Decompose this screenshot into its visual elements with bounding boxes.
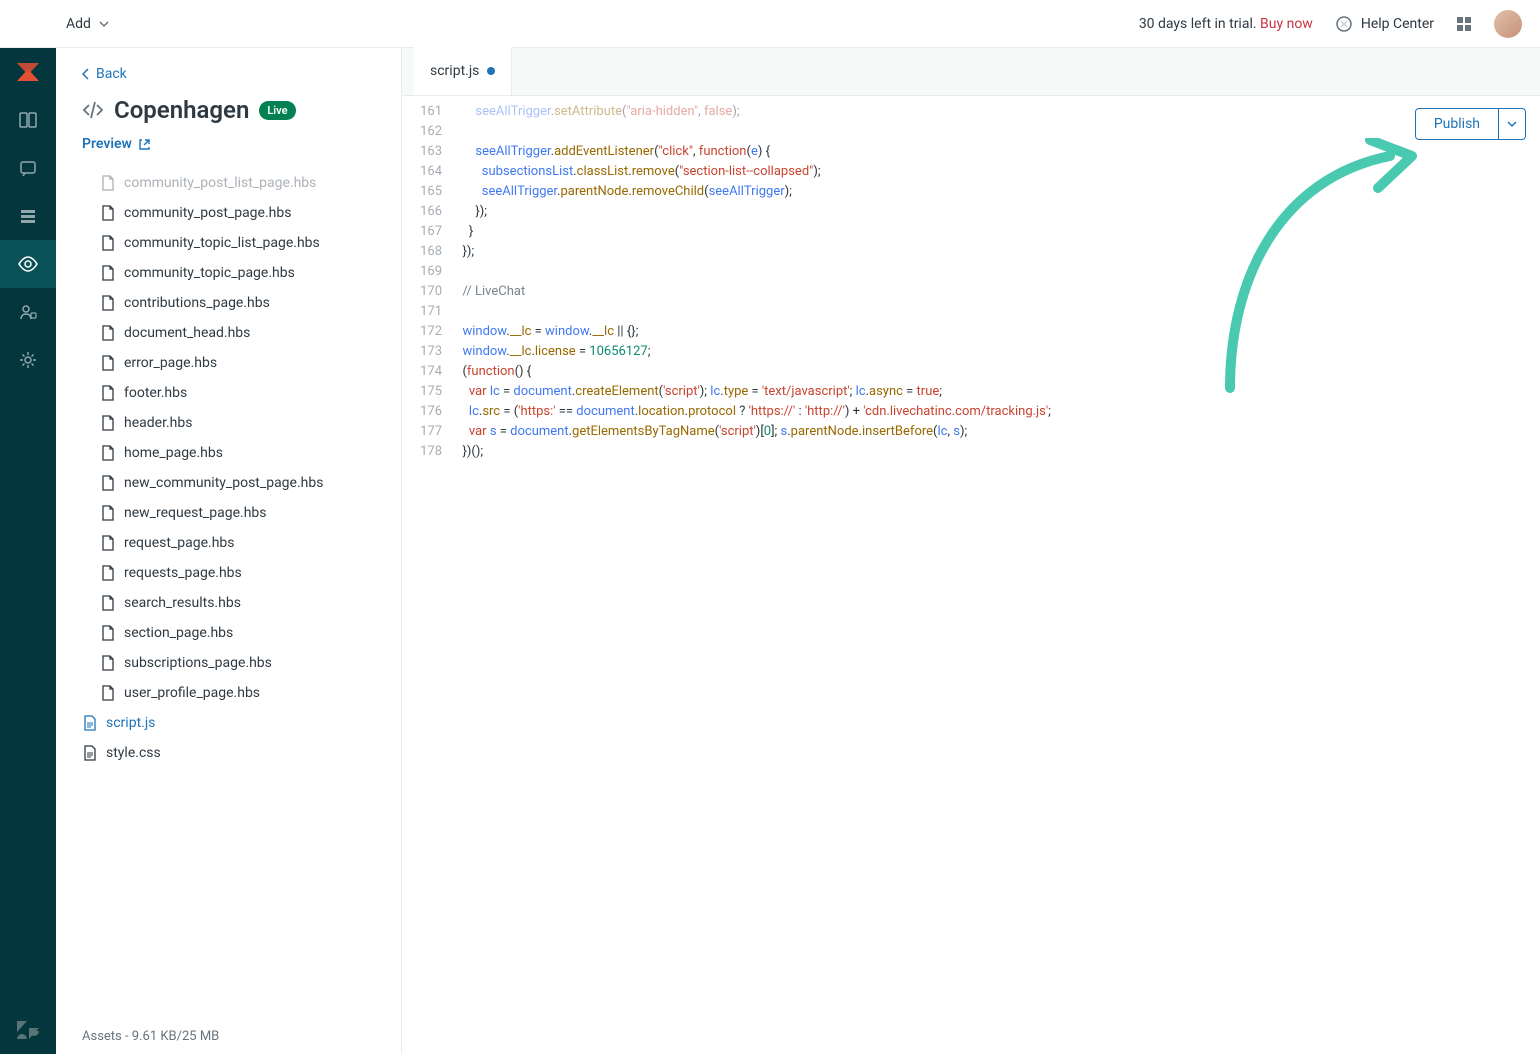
file-name: new_community_post_page.hbs	[124, 475, 323, 491]
file-item[interactable]: search_results.hbs	[72, 588, 383, 618]
buy-now-link[interactable]: Buy now	[1260, 16, 1313, 32]
file-item[interactable]: footer.hbs	[72, 378, 383, 408]
file-item[interactable]: community_topic_page.hbs	[72, 258, 383, 288]
file-item[interactable]: community_topic_list_page.hbs	[72, 228, 383, 258]
chevron-down-icon	[1507, 119, 1517, 129]
chevron-left-icon	[82, 68, 90, 80]
rail-moderate-icon[interactable]	[0, 144, 56, 192]
code-line: 171	[402, 302, 1540, 322]
file-list[interactable]: community_post_list_page.hbs community_po…	[72, 162, 383, 1017]
code-line: 166 });	[402, 202, 1540, 222]
help-center-link[interactable]: Help Center	[1335, 15, 1434, 33]
external-link-icon	[138, 138, 151, 151]
apps-icon[interactable]	[1456, 16, 1472, 32]
sidebar: Back Copenhagen Live Preview community_p…	[56, 48, 402, 1054]
file-name: requests_page.hbs	[124, 565, 242, 581]
rail-customize-icon[interactable]	[0, 240, 56, 288]
add-label: Add	[66, 16, 91, 32]
file-item[interactable]: request_page.hbs	[72, 528, 383, 558]
file-item[interactable]: script.js	[72, 708, 383, 738]
publish-button[interactable]: Publish	[1415, 108, 1499, 140]
tab-bar: script.js	[402, 48, 1540, 96]
file-name: error_page.hbs	[124, 355, 217, 371]
code-line: 163 seeAllTrigger.addEventListener("clic…	[402, 142, 1540, 162]
topbar: Add 30 days left in trial. Buy now Help …	[0, 0, 1540, 48]
file-item[interactable]: requests_page.hbs	[72, 558, 383, 588]
file-name: contributions_page.hbs	[124, 295, 270, 311]
file-item[interactable]: community_post_page.hbs	[72, 198, 383, 228]
file-item[interactable]: style.css	[72, 738, 383, 768]
code-icon	[82, 99, 104, 121]
code-line: 162	[402, 122, 1540, 142]
code-line: 177 var s = document.getElementsByTagNam…	[402, 422, 1540, 442]
dirty-indicator-icon	[487, 67, 495, 75]
file-name: community_post_page.hbs	[124, 205, 291, 221]
code-line: 164 subsectionsList.classList.remove("se…	[402, 162, 1540, 182]
file-name: search_results.hbs	[124, 595, 241, 611]
file-name: user_profile_page.hbs	[124, 685, 260, 701]
file-name: community_topic_page.hbs	[124, 265, 295, 281]
code-line: 175 var lc = document.createElement('scr…	[402, 382, 1540, 402]
code-editor[interactable]: 161 seeAllTrigger.setAttribute("aria-hid…	[402, 96, 1540, 1054]
file-item[interactable]: header.hbs	[72, 408, 383, 438]
code-line: 178 })();	[402, 442, 1540, 462]
avatar[interactable]	[1494, 10, 1522, 38]
file-name: section_page.hbs	[124, 625, 233, 641]
tab-script-js[interactable]: script.js	[414, 47, 512, 95]
rail-zendesk-logo[interactable]	[0, 1006, 56, 1054]
file-item[interactable]: new_request_page.hbs	[72, 498, 383, 528]
file-name: document_head.hbs	[124, 325, 250, 341]
file-name: style.css	[106, 745, 161, 761]
file-name: request_page.hbs	[124, 535, 235, 551]
preview-link[interactable]: Preview	[82, 136, 375, 152]
rail-settings-icon[interactable]	[0, 336, 56, 384]
theme-title: Copenhagen	[114, 96, 249, 124]
file-item[interactable]: subscriptions_page.hbs	[72, 648, 383, 678]
code-line: 169	[402, 262, 1540, 282]
code-line: 174 (function() {	[402, 362, 1540, 382]
file-item[interactable]: contributions_page.hbs	[72, 288, 383, 318]
file-name: community_topic_list_page.hbs	[124, 235, 320, 251]
publish-dropdown[interactable]	[1499, 108, 1526, 140]
file-item[interactable]: home_page.hbs	[72, 438, 383, 468]
code-line: 172 window.__lc = window.__lc || {};	[402, 322, 1540, 342]
file-name: subscriptions_page.hbs	[124, 655, 272, 671]
file-item[interactable]: document_head.hbs	[72, 318, 383, 348]
code-line: 161 seeAllTrigger.setAttribute("aria-hid…	[402, 102, 1540, 122]
file-item[interactable]: error_page.hbs	[72, 348, 383, 378]
code-line: 167 }	[402, 222, 1540, 242]
file-name: new_request_page.hbs	[124, 505, 267, 521]
code-line: 170 // LiveChat	[402, 282, 1540, 302]
live-badge: Live	[259, 101, 295, 120]
code-line: 165 seeAllTrigger.parentNode.removeChild…	[402, 182, 1540, 202]
rail-guide-icon[interactable]	[0, 96, 56, 144]
trial-text: 30 days left in trial. Buy now	[1139, 16, 1313, 32]
editor-area: script.js 161 seeAllTrigger.setAttribute…	[402, 48, 1540, 1054]
file-item[interactable]: community_post_list_page.hbs	[72, 168, 383, 198]
file-item[interactable]: new_community_post_page.hbs	[72, 468, 383, 498]
file-item[interactable]: section_page.hbs	[72, 618, 383, 648]
code-line: 168 });	[402, 242, 1540, 262]
file-item[interactable]: user_profile_page.hbs	[72, 678, 383, 708]
rail-logo[interactable]	[0, 48, 56, 96]
publish-group: Publish	[1415, 108, 1526, 140]
assets-footer: Assets - 9.61 KB/25 MB	[56, 1017, 401, 1044]
file-name: community_post_list_page.hbs	[124, 175, 316, 191]
back-link[interactable]: Back	[82, 66, 375, 82]
code-line: 173 window.__lc.license = 10656127;	[402, 342, 1540, 362]
file-name: script.js	[106, 715, 155, 731]
rail-arrange-icon[interactable]	[0, 192, 56, 240]
rail-permissions-icon[interactable]	[0, 288, 56, 336]
help-icon	[1335, 15, 1353, 33]
chevron-down-icon	[99, 19, 109, 29]
file-name: header.hbs	[124, 415, 192, 431]
code-line: 176 lc.src = ('https:' == document.locat…	[402, 402, 1540, 422]
left-rail	[0, 48, 56, 1054]
add-button[interactable]: Add	[56, 16, 119, 32]
file-name: home_page.hbs	[124, 445, 223, 461]
file-name: footer.hbs	[124, 385, 187, 401]
